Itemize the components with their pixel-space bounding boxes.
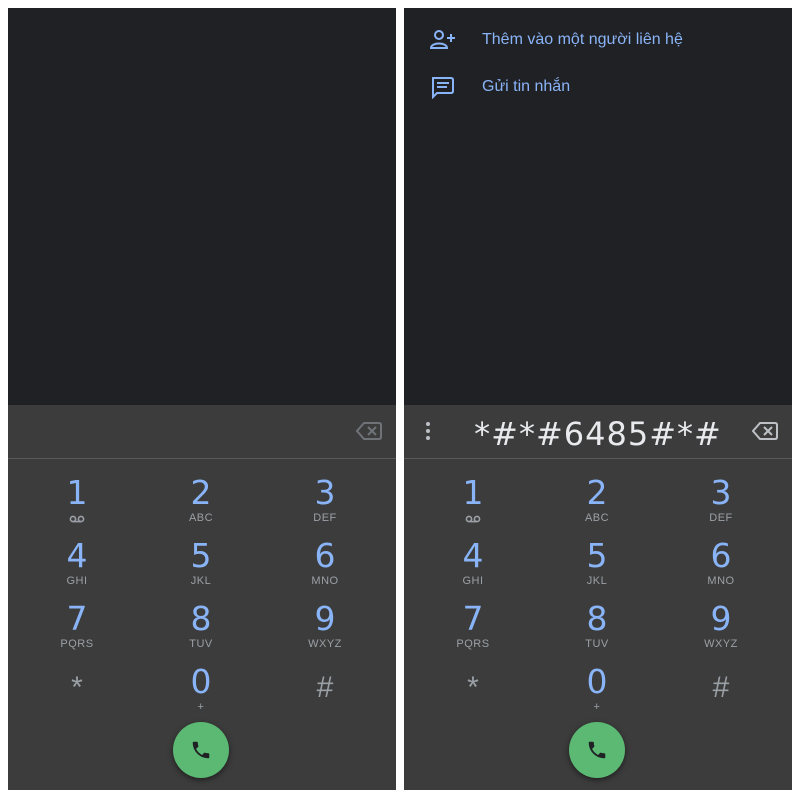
key-1[interactable]: 1 xyxy=(22,475,132,533)
key-digit: # xyxy=(712,671,730,704)
backspace-icon[interactable] xyxy=(751,421,778,441)
voicemail-icon xyxy=(418,511,528,525)
key-star[interactable]: * xyxy=(418,664,528,722)
key-8[interactable]: 8 TUV xyxy=(542,601,652,659)
key-digit: 5 xyxy=(586,536,608,575)
key-digit: 6 xyxy=(710,536,732,575)
key-letters: DEF xyxy=(709,512,733,524)
backspace-icon[interactable] xyxy=(355,421,382,441)
key-digit: 3 xyxy=(710,473,732,512)
call-button[interactable] xyxy=(173,722,229,778)
key-6[interactable]: 6 MNO xyxy=(270,538,380,596)
key-7[interactable]: 7 PQRS xyxy=(418,601,528,659)
key-digit: 0 xyxy=(586,662,608,701)
key-digit: * xyxy=(71,671,83,704)
digits-display: *#*#6485#*# xyxy=(404,405,792,459)
voicemail-icon xyxy=(22,511,132,525)
key-digit: 1 xyxy=(66,473,88,512)
key-5[interactable]: 5 JKL xyxy=(542,538,652,596)
key-digit: 2 xyxy=(190,473,212,512)
digits-display xyxy=(8,405,396,459)
phone-icon xyxy=(192,741,210,759)
key-digit: 1 xyxy=(462,473,484,512)
key-letters: JKL xyxy=(190,575,212,587)
send-message-label: Gửi tin nhắn xyxy=(482,78,571,95)
key-digit: 9 xyxy=(710,599,732,638)
key-letters: + xyxy=(593,701,601,713)
send-message-option[interactable]: Gửi tin nhắn xyxy=(404,67,792,107)
key-letters: PQRS xyxy=(456,638,490,650)
key-letters: ABC xyxy=(584,512,610,524)
key-digit: 3 xyxy=(314,473,336,512)
key-letters: TUV xyxy=(585,638,609,650)
key-letters: GHI xyxy=(66,575,88,587)
key-letters: + xyxy=(197,701,205,713)
key-digit: 8 xyxy=(190,599,212,638)
dialer-screen-empty: 1 2 ABC 3 DEF 4 GHI 5 JKL 6 MNO 7 PQRS 8 TUV 9 WXYZ * 0 + # xyxy=(8,8,396,790)
key-letters: PQRS xyxy=(60,638,94,650)
key-letters: MNO xyxy=(311,575,339,587)
key-2[interactable]: 2 ABC xyxy=(146,475,256,533)
key-letters: TUV xyxy=(189,638,213,650)
key-letters: WXYZ xyxy=(308,638,342,650)
key-letters: GHI xyxy=(462,575,484,587)
key-4[interactable]: 4 GHI xyxy=(418,538,528,596)
key-digit: 5 xyxy=(190,536,212,575)
key-letters: DEF xyxy=(313,512,337,524)
key-7[interactable]: 7 PQRS xyxy=(22,601,132,659)
key-digit: 4 xyxy=(66,536,88,575)
key-6[interactable]: 6 MNO xyxy=(666,538,776,596)
dialer-screen-code: Thêm vào một người liên hệ Gửi tin nhắn … xyxy=(404,8,792,790)
key-digit: 7 xyxy=(462,599,484,638)
add-contact-label: Thêm vào một người liên hệ xyxy=(482,31,683,48)
key-0[interactable]: 0 + xyxy=(542,664,652,722)
key-8[interactable]: 8 TUV xyxy=(146,601,256,659)
key-5[interactable]: 5 JKL xyxy=(146,538,256,596)
key-digit: 6 xyxy=(314,536,336,575)
key-letters: ABC xyxy=(188,512,214,524)
key-9[interactable]: 9 WXYZ xyxy=(270,601,380,659)
key-pound[interactable]: # xyxy=(270,664,380,722)
key-star[interactable]: * xyxy=(22,664,132,722)
key-3[interactable]: 3 DEF xyxy=(666,475,776,533)
key-digit: 2 xyxy=(586,473,608,512)
dialpad-area: 1 2 ABC 3 DEF 4 GHI 5 JKL 6 MNO 7 PQRS 8 TUV 9 WXYZ * 0 + # xyxy=(8,405,396,790)
call-button[interactable] xyxy=(569,722,625,778)
key-pound[interactable]: # xyxy=(666,664,776,722)
key-3[interactable]: 3 DEF xyxy=(270,475,380,533)
key-letters: JKL xyxy=(586,575,608,587)
key-digit: # xyxy=(316,671,334,704)
add-contact-icon xyxy=(429,28,456,52)
key-digit: 0 xyxy=(190,662,212,701)
key-9[interactable]: 9 WXYZ xyxy=(666,601,776,659)
key-0[interactable]: 0 + xyxy=(146,664,256,722)
key-4[interactable]: 4 GHI xyxy=(22,538,132,596)
key-letters: MNO xyxy=(707,575,735,587)
message-icon xyxy=(430,75,456,100)
key-digit: 9 xyxy=(314,599,336,638)
dialpad-area: *#*#6485#*# 1 2 ABC 3 DEF 4 GHI 5 JKL 6 MNO 7 PQRS 8 T… xyxy=(404,405,792,790)
key-1[interactable]: 1 xyxy=(418,475,528,533)
add-contact-option[interactable]: Thêm vào một người liên hệ xyxy=(404,20,792,60)
key-digit: 8 xyxy=(586,599,608,638)
key-digit: 7 xyxy=(66,599,88,638)
phone-icon xyxy=(588,741,606,759)
key-letters: WXYZ xyxy=(704,638,738,650)
key-2[interactable]: 2 ABC xyxy=(542,475,652,533)
key-digit: * xyxy=(467,671,479,704)
digits-text[interactable]: *#*#6485#*# xyxy=(404,415,792,453)
key-digit: 4 xyxy=(462,536,484,575)
